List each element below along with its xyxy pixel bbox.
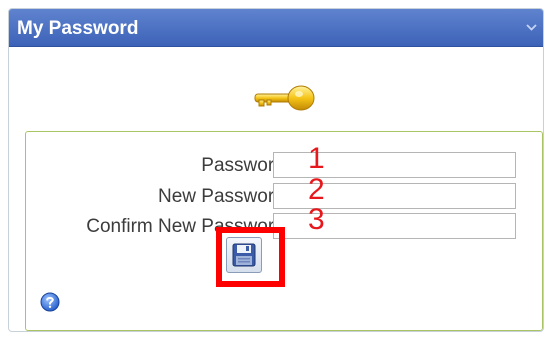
password-form-group: Password: 1 New Password: 2 Confirm New … — [25, 131, 543, 331]
annotation-marker-1: 1 — [308, 142, 325, 175]
annotation-marker-2: 2 — [308, 173, 325, 206]
chevron-down-icon[interactable] — [526, 23, 537, 31]
my-password-panel: My Password Password: 1 New Password: 2 — [8, 8, 544, 332]
panel-header: My Password — [9, 9, 543, 47]
floppy-disk-icon — [232, 243, 256, 267]
password-row: Password: 1 — [26, 144, 542, 180]
key-icon — [254, 85, 315, 111]
new-password-row: New Password: 2 — [26, 175, 542, 211]
help-icon[interactable] — [40, 292, 60, 312]
panel-title: My Password — [17, 18, 139, 39]
save-button[interactable] — [226, 237, 262, 273]
password-label: Password: — [201, 155, 290, 176]
annotation-marker-3: 3 — [308, 203, 325, 236]
new-password-label: New Password: — [158, 186, 290, 207]
